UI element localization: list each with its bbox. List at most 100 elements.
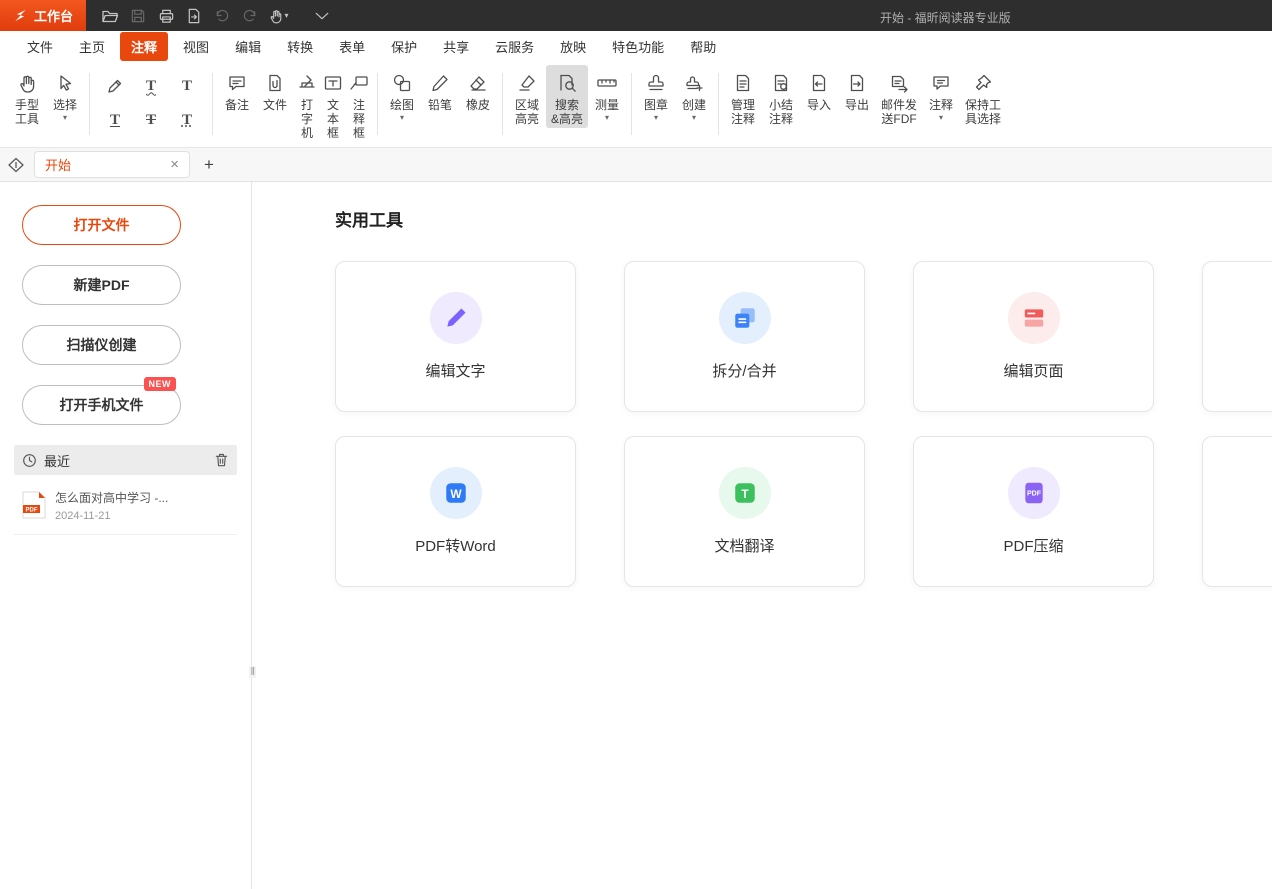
area-highlight-button[interactable]: 区域 高亮 <box>508 65 546 128</box>
menubar: 文件 主页 注释 视图 编辑 转换 表单 保护 共享 云服务 放映 特色功能 帮… <box>0 31 1272 62</box>
callout-button[interactable]: 注 释 框 <box>346 65 372 142</box>
export-comments-icon <box>848 70 866 96</box>
scanner-create-button[interactable]: 扫描仪创建 <box>22 325 181 365</box>
comments-button[interactable]: 注释 ▾ <box>922 65 960 124</box>
window-title: 开始 - 福昕阅读器专业版 <box>880 9 1011 26</box>
select-tool-button[interactable]: 选择 ▾ <box>46 65 84 124</box>
open-mobile-file-button[interactable]: 打开手机文件 NEW <box>22 385 181 425</box>
underline-text-icon[interactable]: T <box>102 108 128 132</box>
email-fdf-button[interactable]: 邮件发 送FDF <box>876 65 922 128</box>
typewriter-button[interactable]: 打 字 机 <box>294 65 320 142</box>
tool-card-doc-translate[interactable]: T 文档翻译 <box>624 436 865 587</box>
undo-icon[interactable] <box>208 3 236 29</box>
menu-protect[interactable]: 保护 <box>380 32 428 61</box>
tool-card-pdf-to-word[interactable]: W PDF转Word <box>335 436 576 587</box>
quick-access-toolbar: ▾ <box>96 3 336 29</box>
textbox-button[interactable]: 文 本 框 <box>320 65 346 142</box>
export-comments-button[interactable]: 导出 <box>838 65 876 114</box>
new-pdf-button[interactable]: 新建PDF <box>22 265 181 305</box>
import-icon <box>810 70 828 96</box>
ribbon-separator <box>212 73 213 135</box>
open-file-icon[interactable] <box>96 3 124 29</box>
customize-toolbar-icon[interactable] <box>308 3 336 29</box>
note-button[interactable]: 备注 <box>218 65 256 114</box>
menu-comment[interactable]: 注释 <box>120 32 168 61</box>
clock-icon <box>22 453 37 468</box>
main-panel: 实用工具 编辑文字 拆分/合并 <box>252 182 1272 889</box>
menu-view[interactable]: 视图 <box>172 32 220 61</box>
sidebar: 打开文件 新建PDF 扫描仪创建 打开手机文件 NEW 最近 <box>0 182 252 889</box>
redo-icon[interactable] <box>236 3 264 29</box>
recent-file-date: 2024-11-21 <box>55 510 205 522</box>
textbox-icon <box>323 70 343 96</box>
open-file-button[interactable]: 打开文件 <box>22 205 181 245</box>
menu-form[interactable]: 表单 <box>328 32 376 61</box>
menu-present[interactable]: 放映 <box>549 32 597 61</box>
tool-card-split-merge[interactable]: 拆分/合并 <box>624 261 865 412</box>
tab-home[interactable]: 开始 × <box>34 151 190 178</box>
create-stamp-button[interactable]: 创建 ▾ <box>675 65 713 124</box>
menu-convert[interactable]: 转换 <box>276 32 324 61</box>
pdf-to-word-icon: W <box>430 467 482 519</box>
edit-text-icon <box>430 292 482 344</box>
ribbon-separator <box>89 73 90 135</box>
ribbon-separator <box>377 73 378 135</box>
export-icon[interactable] <box>180 3 208 29</box>
search-highlight-button[interactable]: 搜索 &高亮 <box>546 65 588 128</box>
tool-card-edit-text[interactable]: 编辑文字 <box>335 261 576 412</box>
sidebar-splitter-handle[interactable]: ‖ <box>249 666 256 678</box>
workspace-button[interactable]: 工作台 <box>0 0 86 31</box>
note-icon <box>227 70 247 96</box>
file-attachment-button[interactable]: 文件 <box>256 65 294 114</box>
summarize-comments-button[interactable]: 小结 注释 <box>762 65 800 128</box>
hand-tool-quick-icon[interactable]: ▾ <box>264 3 292 29</box>
pencil-button[interactable]: 铅笔 <box>421 65 459 114</box>
eraser-icon <box>468 70 488 96</box>
typewriter-text-icon[interactable]: T <box>174 74 200 98</box>
drawing-button[interactable]: 绘图 ▾ <box>383 65 421 124</box>
tab-close-icon[interactable]: × <box>170 157 179 172</box>
ribbon-group-manage: 管理 注释 小结 注释 导入 导出 邮件发 送FDF <box>724 65 1006 143</box>
stamp-button[interactable]: 图章 ▾ <box>637 65 675 124</box>
hand-tool-button[interactable]: 手型 工具 <box>8 65 46 128</box>
pdf-file-icon: PDF <box>22 491 46 519</box>
content: 打开文件 新建PDF 扫描仪创建 打开手机文件 NEW 最近 <box>0 182 1272 889</box>
measure-caret-icon: ▾ <box>605 113 609 122</box>
doc-translate-icon: T <box>719 467 771 519</box>
strikeout-text-icon[interactable]: T <box>138 108 164 132</box>
tool-card-edit-pages[interactable]: 编辑页面 <box>913 261 1154 412</box>
tool-card-partial[interactable] <box>1202 261 1272 412</box>
highlight-text-icon[interactable] <box>102 74 128 98</box>
summarize-comments-icon <box>772 70 790 96</box>
menu-edit[interactable]: 编辑 <box>224 32 272 61</box>
callout-icon <box>349 70 369 96</box>
foxit-logo-icon <box>13 8 28 23</box>
print-icon[interactable] <box>152 3 180 29</box>
new-tab-button[interactable]: + <box>204 155 214 175</box>
tool-card-pdf-compress[interactable]: PDF PDF压缩 <box>913 436 1154 587</box>
svg-text:PDF: PDF <box>26 508 38 514</box>
menu-help[interactable]: 帮助 <box>679 32 727 61</box>
select-caret-icon: ▾ <box>63 113 67 122</box>
menu-cloud[interactable]: 云服务 <box>484 32 545 61</box>
replace-text-icon[interactable]: T <box>174 108 200 132</box>
area-highlight-icon <box>517 70 537 96</box>
menu-home[interactable]: 主页 <box>68 32 116 61</box>
measure-button[interactable]: 测量 ▾ <box>588 65 626 124</box>
save-icon[interactable] <box>124 3 152 29</box>
keep-tool-selected-button[interactable]: 保持工 具选择 <box>960 65 1006 128</box>
menu-features[interactable]: 特色功能 <box>601 32 675 61</box>
manage-comments-button[interactable]: 管理 注释 <box>724 65 762 128</box>
read-mode-icon[interactable] <box>7 156 25 174</box>
eraser-button[interactable]: 橡皮 <box>459 65 497 114</box>
menu-file[interactable]: 文件 <box>16 32 64 61</box>
recent-file-item[interactable]: PDF 怎么面对高中学习 -... 2024-11-21 <box>14 487 237 535</box>
svg-text:W: W <box>450 487 462 501</box>
titlebar: 工作台 ▾ 开始 - 福昕阅读器专业版 <box>0 0 1272 31</box>
search-highlight-icon <box>557 70 577 96</box>
squiggly-underline-icon[interactable]: T <box>138 74 164 98</box>
tool-card-partial[interactable] <box>1202 436 1272 587</box>
menu-share[interactable]: 共享 <box>432 32 480 61</box>
import-comments-button[interactable]: 导入 <box>800 65 838 114</box>
clear-recent-icon[interactable] <box>214 452 229 468</box>
